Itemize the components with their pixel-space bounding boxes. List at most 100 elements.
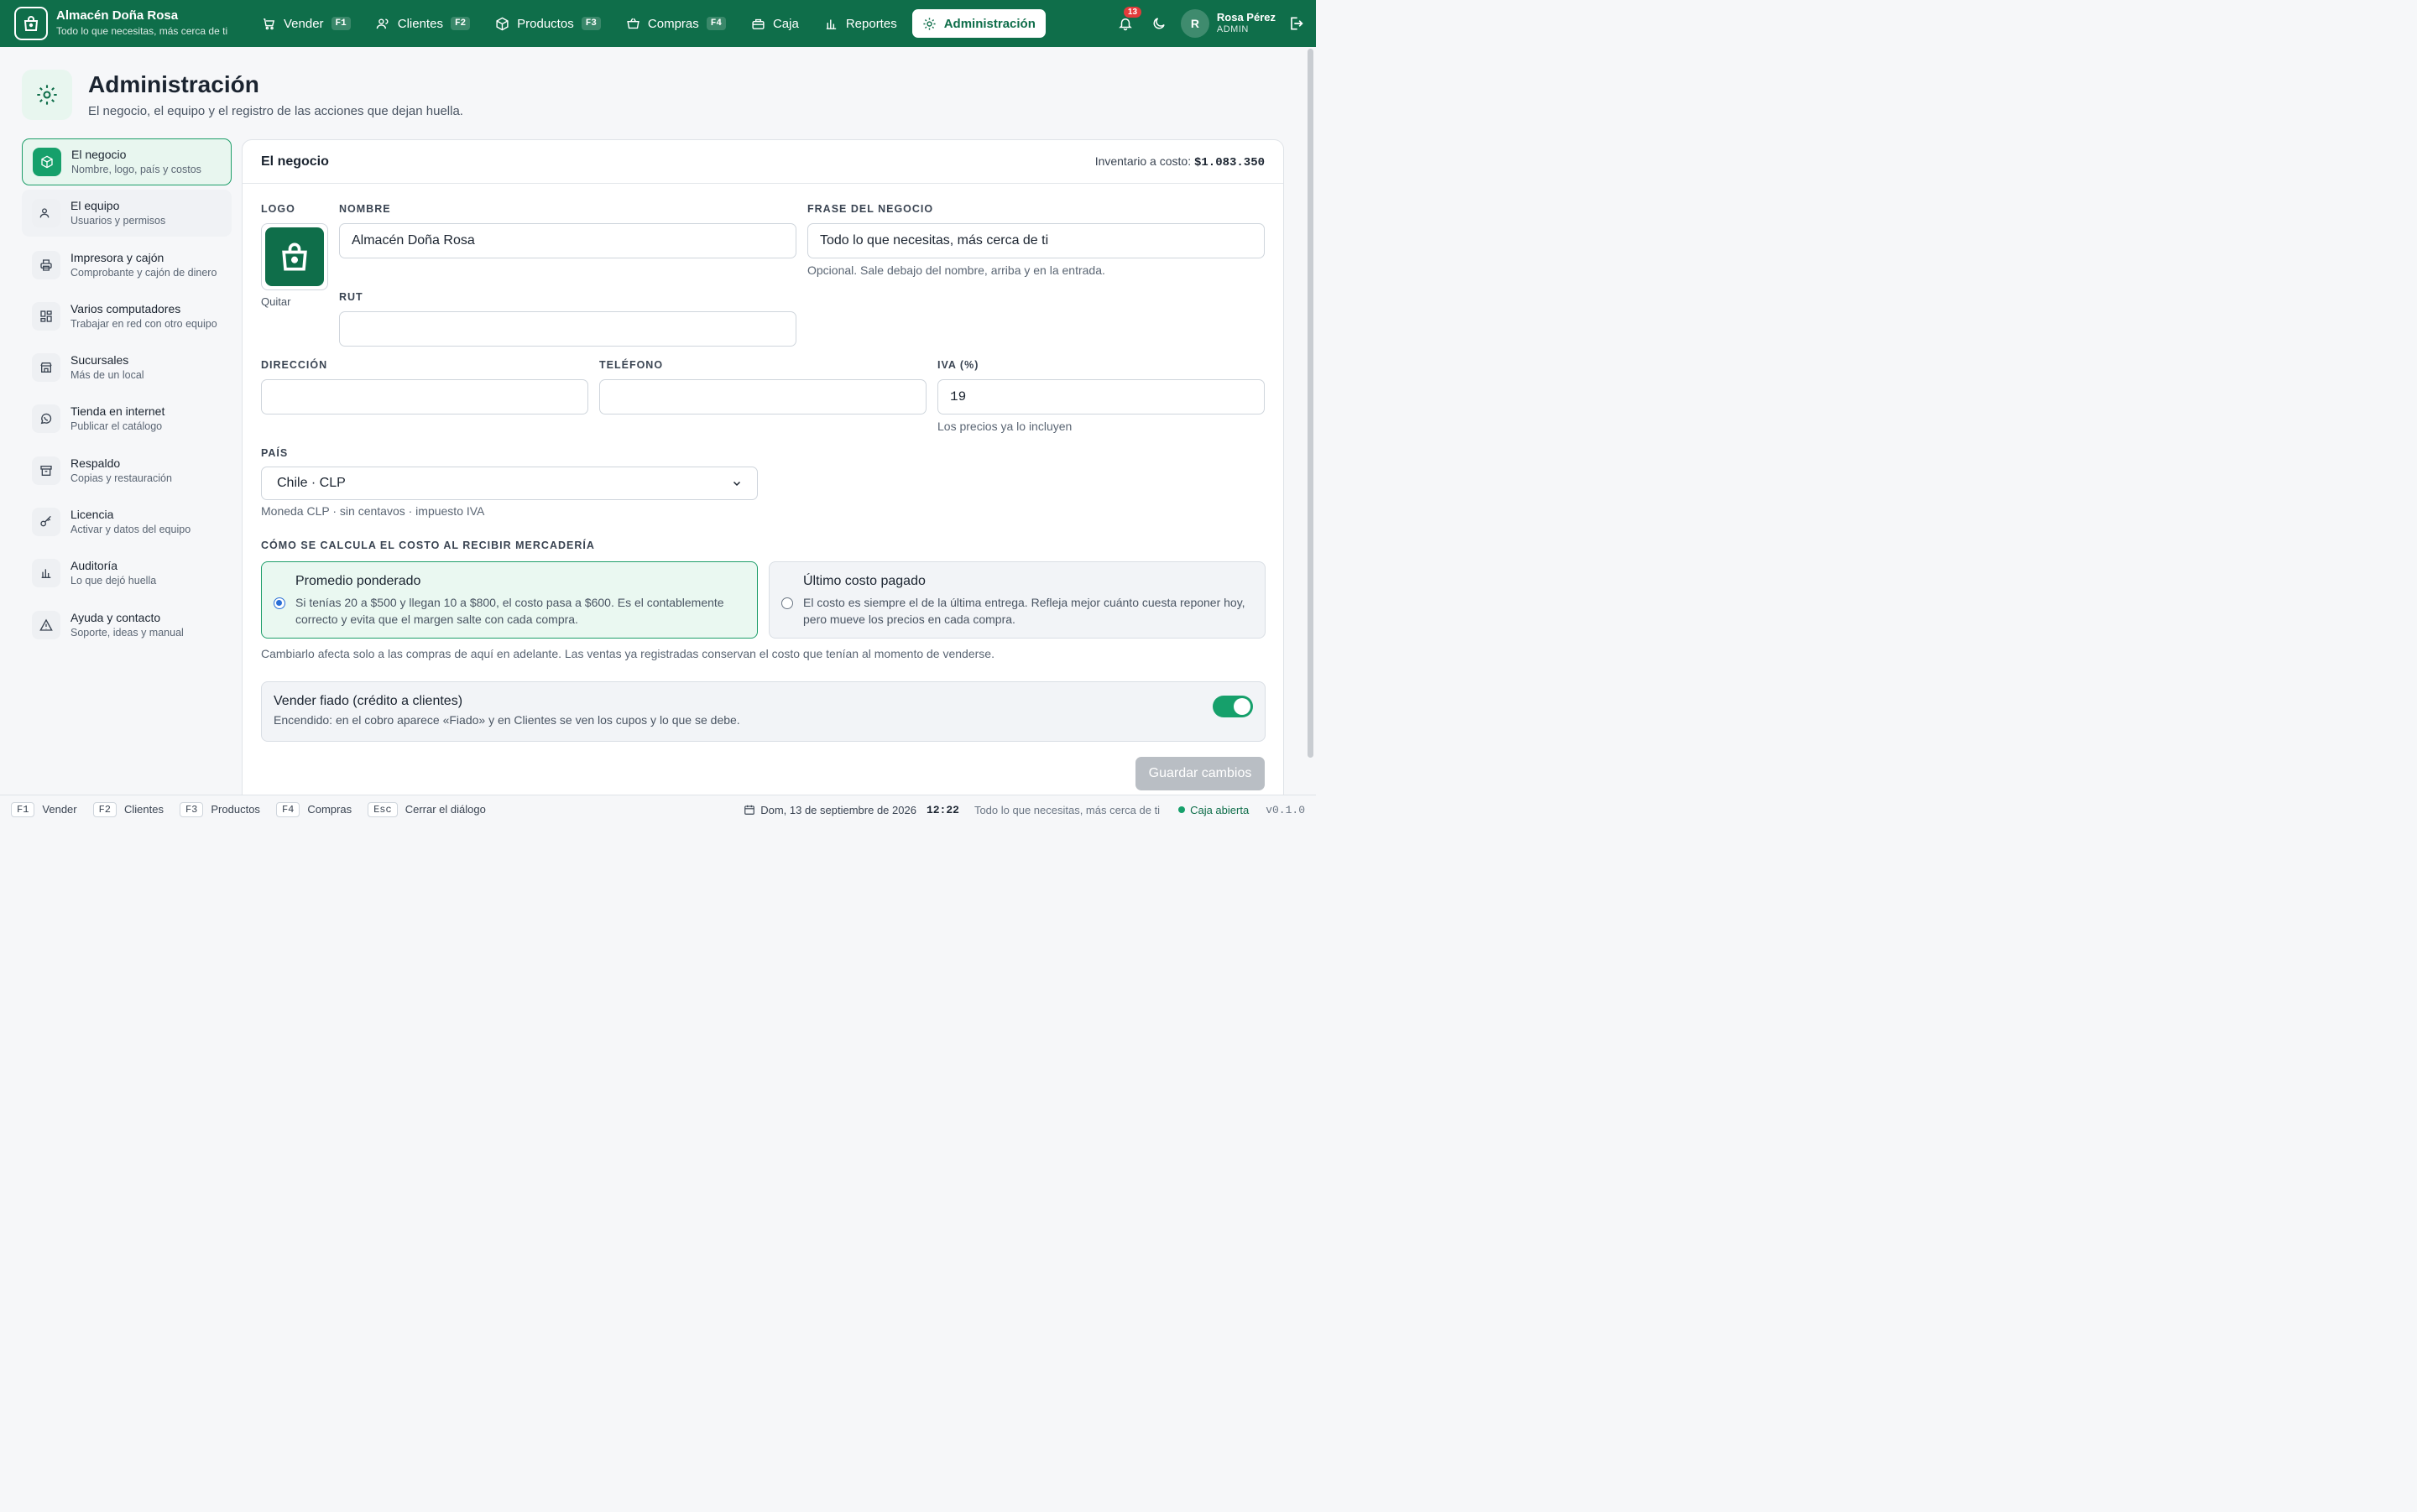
box-icon <box>496 17 509 30</box>
main-nav: Vender F1 Clientes F2 Productos F3 Compr… <box>252 9 1046 38</box>
shortcut-compras[interactable]: F4 Compras <box>275 801 352 817</box>
logo-upload[interactable] <box>261 223 328 290</box>
user-info[interactable]: Rosa Pérez ADMIN <box>1217 11 1276 36</box>
printer-icon <box>32 250 60 279</box>
status-dot <box>1178 806 1186 813</box>
sidebar-item-sub: Comprobante y cajón de dinero <box>70 266 217 279</box>
nav-reportes[interactable]: Reportes <box>814 9 907 38</box>
sidebar-item-negocio[interactable]: El negocio Nombre, logo, país y costos <box>22 138 232 185</box>
logo-label: LOGO <box>261 203 295 215</box>
sidebar-item-impresora[interactable]: Impresora y cajón Comprobante y cajón de … <box>22 242 232 289</box>
page-title: Administración <box>88 71 259 97</box>
shortcut-key: F4 <box>275 801 300 817</box>
sidebar-item-sub: Trabajar en red con otro equipo <box>70 317 217 330</box>
footer-tagline: Todo lo que necesitas, más cerca de ti <box>974 803 1161 816</box>
shortcut-esc[interactable]: Esc Cerrar el diálogo <box>368 801 486 817</box>
phrase-label: FRASE DEL NEGOCIO <box>807 203 934 215</box>
app-name: Almacén Doña Rosa <box>56 8 179 23</box>
logout-icon[interactable] <box>1287 15 1304 32</box>
nav-clientes[interactable]: Clientes F2 <box>366 9 480 38</box>
shortcut-vender[interactable]: F1 Vender <box>11 801 77 817</box>
iva-input[interactable]: 19 <box>937 379 1265 414</box>
whatsapp-icon <box>32 404 60 434</box>
sidebar-item-licencia[interactable]: Licencia Activar y datos del equipo <box>22 498 232 545</box>
iva-label: IVA (%) <box>937 359 979 371</box>
sidebar-item-ayuda[interactable]: Ayuda y contacto Soporte, ideas y manual <box>22 602 232 649</box>
sidebar-item-respaldo[interactable]: Respaldo Copias y restauración <box>22 447 232 494</box>
inventory-cost: Inventario a costo: $1.083.350 <box>1095 154 1265 169</box>
country-hint: Moneda CLP · sin centavos · impuesto IVA <box>261 504 485 518</box>
rut-label: RUT <box>339 291 363 303</box>
cost-option-promedio[interactable]: Promedio ponderado Si tenías 20 a $500 y… <box>261 561 758 639</box>
notifications-button[interactable]: 13 <box>1114 7 1142 35</box>
sidebar-item-sub: Más de un local <box>70 369 144 382</box>
sidebar-item-title: Tienda en internet <box>70 404 165 419</box>
address-input[interactable] <box>261 379 588 414</box>
nav-shortcut: F1 <box>331 17 351 30</box>
sidebar-item-auditoria[interactable]: Auditoría Lo que dejó huella <box>22 550 232 597</box>
iva-hint: Los precios ya lo incluyen <box>937 420 1073 433</box>
country-select[interactable]: Chile · CLP <box>261 467 758 500</box>
shortcut-key: F3 <box>179 801 204 817</box>
shortcut-clientes[interactable]: F2 Clientes <box>92 801 164 817</box>
nav-shortcut: F3 <box>581 17 601 30</box>
users-icon <box>376 18 389 29</box>
shortcut-label: Productos <box>211 803 260 816</box>
shortcut-label: Vender <box>42 803 77 816</box>
radio-ultimo[interactable] <box>781 597 793 609</box>
nav-label: Administración <box>943 16 1036 31</box>
sidebar-item-title: El negocio <box>71 148 127 161</box>
sidebar-item-tienda[interactable]: Tienda en internet Publicar el catálogo <box>22 395 232 442</box>
fiado-toggle[interactable] <box>1213 696 1253 717</box>
name-label: NOMBRE <box>339 203 391 215</box>
cost-option-ultimo[interactable]: Último costo pagado El costo es siempre … <box>769 561 1266 639</box>
gear-icon <box>923 17 936 30</box>
shortcut-productos[interactable]: F3 Productos <box>179 801 260 817</box>
inventory-label: Inventario a costo: <box>1094 154 1192 168</box>
sidebar-item-computadores[interactable]: Varios computadores Trabajar en red con o… <box>22 293 232 340</box>
shopping-bag-icon <box>14 7 48 40</box>
theme-toggle[interactable] <box>1149 13 1169 34</box>
country-value: Chile · CLP <box>277 476 346 490</box>
remove-logo-link[interactable]: Quitar <box>261 295 290 308</box>
nav-administracion[interactable]: Administración <box>911 9 1046 38</box>
save-button[interactable]: Guardar cambios <box>1135 757 1265 790</box>
business-name-input[interactable]: Almacén Doña Rosa <box>339 223 796 258</box>
sidebar-item-equipo[interactable]: El equipo Usuarios y permisos <box>22 190 232 237</box>
notification-badge: 13 <box>1123 7 1142 18</box>
chevron-down-icon <box>733 481 741 487</box>
page-subtitle: El negocio, el equipo y el registro de l… <box>88 104 463 118</box>
shortcut-label: Clientes <box>124 803 164 816</box>
settings-sidebar: El negocio Nombre, logo, país y costos El… <box>22 138 232 653</box>
nav-productos[interactable]: Productos F3 <box>485 9 611 38</box>
shortcut-key: Esc <box>368 801 398 817</box>
sidebar-item-sub: Publicar el catálogo <box>70 420 163 433</box>
radio-promedio[interactable] <box>274 597 285 609</box>
nav-caja[interactable]: Caja <box>741 9 809 38</box>
grid-icon <box>32 301 60 331</box>
business-phrase-input[interactable]: Todo lo que necesitas, más cerca de ti <box>807 223 1265 258</box>
nav-compras[interactable]: Compras F4 <box>616 9 736 38</box>
sidebar-item-sub: Activar y datos del equipo <box>70 524 191 536</box>
avatar[interactable]: R <box>1180 9 1209 38</box>
current-time: 12:22 <box>926 803 959 816</box>
register-icon <box>752 18 765 29</box>
nav-vender[interactable]: Vender F1 <box>252 9 361 38</box>
archive-icon <box>32 456 60 485</box>
shortcut-label: Cerrar el diálogo <box>405 803 486 816</box>
option-title: Último costo pagado <box>803 574 926 588</box>
status-bar: F1 Vender F2 Clientes F3 Productos F4 Compra… <box>0 795 1316 823</box>
current-date: Dom, 13 de septiembre de 2026 <box>760 803 916 816</box>
scrollbar[interactable] <box>1308 49 1313 758</box>
shortcut-key: F2 <box>92 801 117 817</box>
key-icon <box>32 508 60 537</box>
nav-shortcut: F4 <box>706 17 726 30</box>
page-gear-icon <box>22 70 72 120</box>
brand[interactable]: Almacén Doña Rosa Todo lo que necesitas,… <box>0 7 252 40</box>
fiado-desc: Encendido: en el cobro aparece «Fiado» y… <box>274 713 740 727</box>
phone-input[interactable] <box>599 379 927 414</box>
sidebar-item-sucursales[interactable]: Sucursales Más de un local <box>22 344 232 391</box>
calendar-icon <box>744 805 755 815</box>
nav-label: Caja <box>772 16 799 31</box>
rut-input[interactable] <box>339 311 796 347</box>
